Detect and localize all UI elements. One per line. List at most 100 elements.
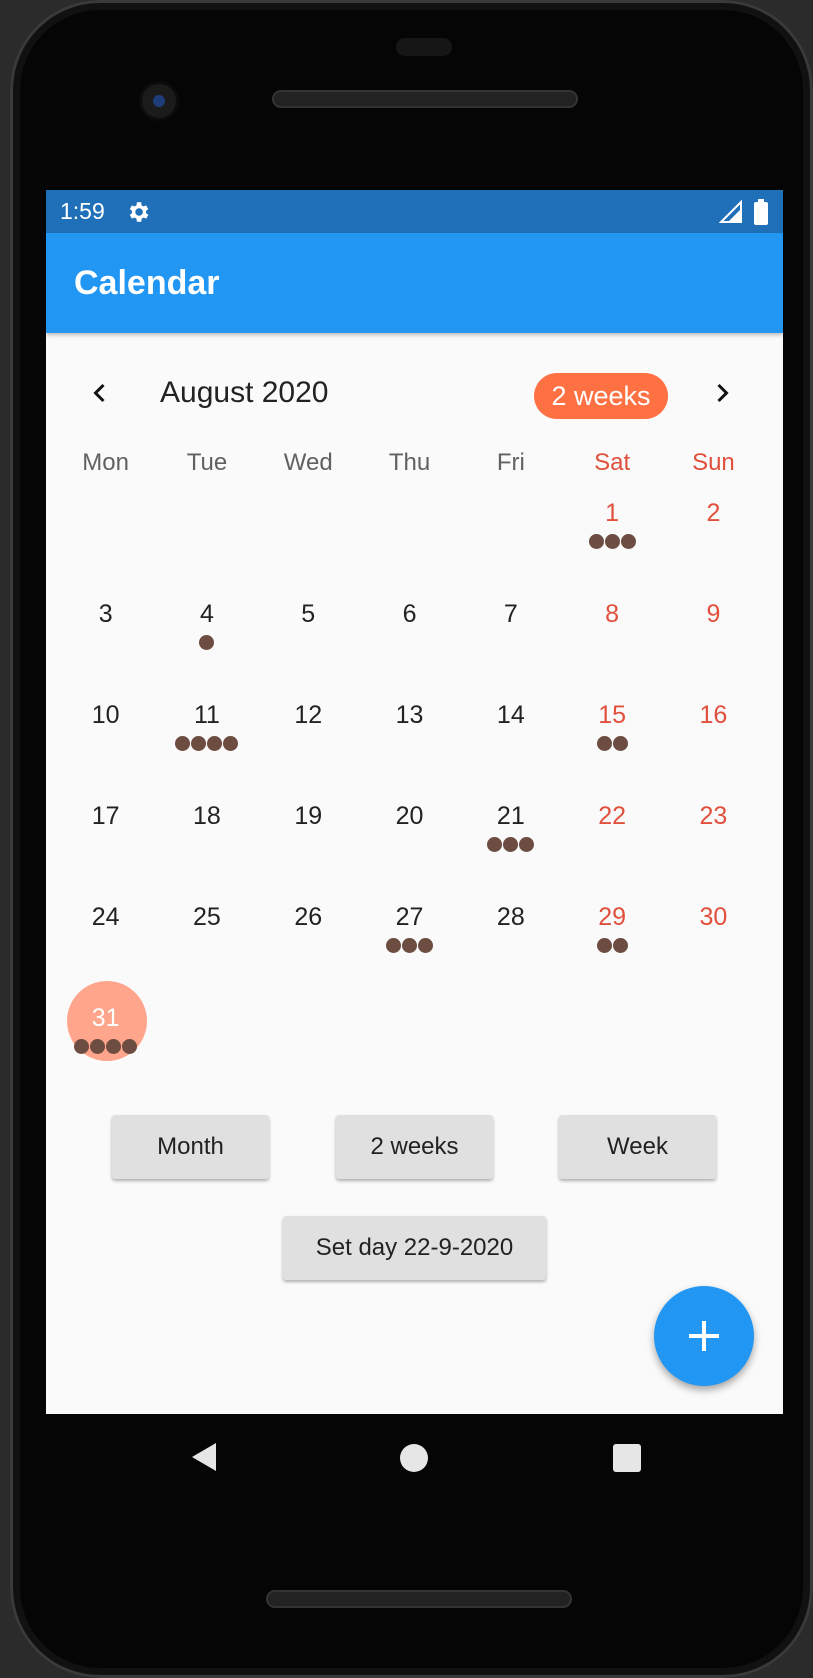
event-markers	[55, 1039, 156, 1054]
event-marker-dot	[604, 534, 620, 549]
weekday-header-row: Mon Tue Wed Thu Fri Sat Sun	[55, 443, 764, 483]
day-number: 15	[598, 701, 627, 729]
day-cell-2[interactable]: 2	[663, 490, 764, 591]
event-marker-dot	[199, 635, 215, 650]
add-event-button[interactable]	[654, 1286, 754, 1386]
day-number: 30	[699, 903, 728, 931]
event-markers	[156, 736, 257, 751]
day-number: 25	[193, 903, 221, 931]
day-cell-12[interactable]: 12	[258, 692, 359, 793]
day-cell-11[interactable]: 11	[156, 692, 257, 793]
day-cell-8[interactable]: 8	[561, 591, 662, 692]
event-marker-dot	[588, 534, 604, 549]
event-marker-dot	[223, 736, 239, 751]
two-weeks-button[interactable]: 2 weeks	[336, 1115, 493, 1179]
back-icon[interactable]	[186, 1439, 222, 1475]
day-cell-16[interactable]: 16	[663, 692, 764, 793]
calendar-grid: 1 2 3 4 5 6 7 8 9 10 11 12 13 14 15 16 17 18 19 20 21 22 23 24 2…	[55, 490, 764, 1096]
day-cell-15[interactable]: 15	[561, 692, 662, 793]
event-marker-dot	[402, 938, 418, 953]
empty-day-cell	[359, 490, 460, 591]
empty-day-cell	[460, 490, 561, 591]
day-number: 1	[605, 499, 620, 527]
app-screen: 1:59 Calendar August 2020 2 weeks Mon Tu…	[46, 190, 783, 1414]
app-title: Calendar	[74, 263, 220, 302]
weekday-label-sat: Sat	[594, 449, 631, 476]
event-marker-dot	[191, 736, 207, 751]
day-cell-14[interactable]: 14	[460, 692, 561, 793]
home-icon[interactable]	[400, 1444, 428, 1472]
event-marker-dot	[596, 938, 612, 953]
day-cell-19[interactable]: 19	[258, 793, 359, 894]
app-bar: Calendar	[46, 233, 783, 333]
event-marker-dot	[503, 837, 519, 852]
day-number: 22	[598, 802, 627, 830]
system-navigation-bar	[46, 1414, 783, 1504]
day-cell-31[interactable]: 31	[55, 981, 156, 1096]
day-cell-7[interactable]: 7	[460, 591, 561, 692]
day-cell-30[interactable]: 30	[663, 894, 764, 995]
day-cell-27[interactable]: 27	[359, 894, 460, 995]
day-cell-20[interactable]: 20	[359, 793, 460, 894]
day-cell-28[interactable]: 28	[460, 894, 561, 995]
week-button[interactable]: Week	[559, 1115, 716, 1179]
day-number: 3	[98, 600, 113, 628]
day-number: 14	[496, 701, 525, 729]
day-cell-4[interactable]: 4	[156, 591, 257, 692]
gear-icon	[129, 201, 149, 222]
earpiece-speaker	[272, 90, 578, 108]
day-number: 10	[91, 701, 120, 729]
weekday-label-mon: Mon	[82, 449, 129, 476]
event-marker-dot	[122, 1039, 138, 1054]
day-number: 6	[402, 600, 417, 628]
format-toggle-button[interactable]: 2 weeks	[534, 373, 668, 419]
next-month-button[interactable]	[702, 373, 742, 413]
day-cell-21[interactable]: 21	[460, 793, 561, 894]
event-marker-dot	[519, 837, 535, 852]
battery-icon	[754, 198, 768, 225]
day-cell-1[interactable]: 1	[561, 490, 662, 591]
day-cell-10[interactable]: 10	[55, 692, 156, 793]
event-marker-dot	[207, 736, 223, 751]
day-number: 26	[294, 903, 323, 931]
set-day-button[interactable]: Set day 22-9-2020	[283, 1216, 546, 1280]
event-markers	[561, 534, 662, 549]
weekday-label-thu: Thu	[388, 449, 431, 476]
day-number: 19	[294, 802, 323, 830]
event-markers	[156, 635, 257, 650]
bottom-speaker	[266, 1590, 572, 1608]
chevron-left-icon	[93, 383, 105, 403]
day-number: 4	[199, 600, 214, 628]
prev-month-button[interactable]	[80, 373, 120, 413]
event-marker-dot	[487, 837, 503, 852]
day-number: 18	[193, 802, 221, 830]
day-cell-26[interactable]: 26	[258, 894, 359, 995]
day-cell-5[interactable]: 5	[258, 591, 359, 692]
day-cell-18[interactable]: 18	[156, 793, 257, 894]
day-cell-17[interactable]: 17	[55, 793, 156, 894]
event-markers	[561, 736, 662, 751]
month-button[interactable]: Month	[112, 1115, 269, 1179]
day-number: 21	[496, 802, 525, 830]
day-cell-23[interactable]: 23	[663, 793, 764, 894]
day-number: 23	[699, 802, 728, 830]
event-marker-dot	[74, 1039, 90, 1054]
day-cell-13[interactable]: 13	[359, 692, 460, 793]
event-marker-dot	[596, 736, 612, 751]
day-cell-22[interactable]: 22	[561, 793, 662, 894]
day-cell-6[interactable]: 6	[359, 591, 460, 692]
recent-apps-icon[interactable]	[613, 1444, 641, 1472]
day-number: 2	[706, 499, 721, 527]
day-cell-9[interactable]: 9	[663, 591, 764, 692]
signal-icon	[719, 199, 742, 223]
day-number: 9	[706, 600, 721, 628]
weekday-label-fri: Fri	[496, 449, 525, 476]
day-cell-3[interactable]: 3	[55, 591, 156, 692]
event-markers	[359, 938, 460, 953]
day-cell-29[interactable]: 29	[561, 894, 662, 995]
day-number: 27	[395, 903, 424, 931]
day-cell-25[interactable]: 25	[156, 894, 257, 995]
chevron-right-icon	[717, 383, 729, 403]
day-number: 29	[598, 903, 627, 931]
day-cell-24[interactable]: 24	[55, 894, 156, 995]
